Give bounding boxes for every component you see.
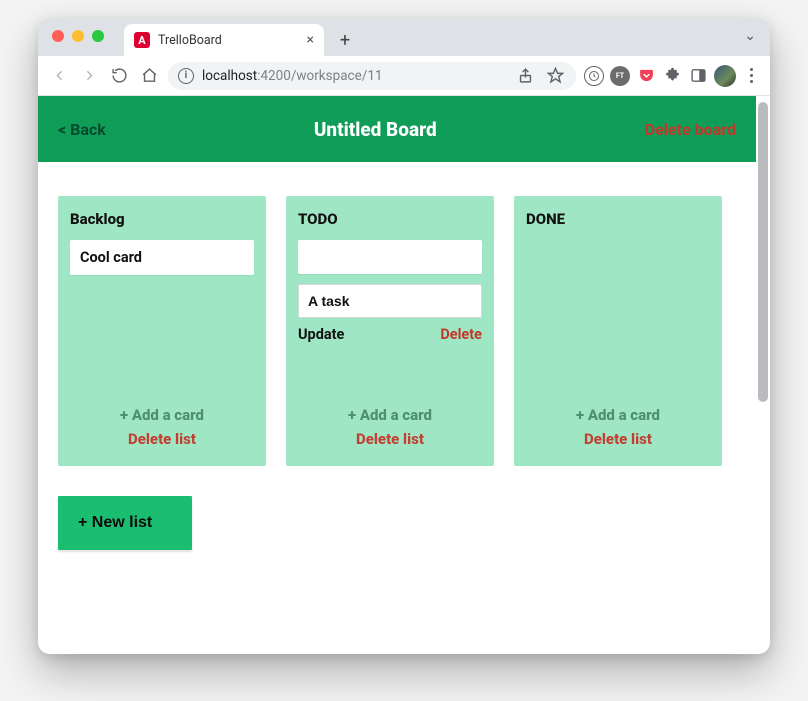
- new-tab-button[interactable]: +: [332, 27, 358, 53]
- window-close-button[interactable]: [52, 30, 64, 42]
- list-title[interactable]: TODO: [298, 210, 482, 228]
- window-titlebar: A TrelloBoard × + ⌄: [38, 18, 770, 56]
- card-edit-input[interactable]: [298, 284, 482, 318]
- card-edit-actions: Update Delete: [298, 326, 482, 343]
- card[interactable]: Cool card: [70, 240, 254, 275]
- url-text: localhost:4200/workspace/11: [202, 68, 383, 84]
- angular-favicon-icon: A: [134, 32, 150, 48]
- list-backlog: Backlog Cool card + Add a card Delete li…: [58, 196, 266, 466]
- browser-tab[interactable]: A TrelloBoard ×: [124, 24, 324, 56]
- traffic-lights: [52, 30, 104, 42]
- back-link[interactable]: < Back: [58, 120, 106, 139]
- browser-menu-button[interactable]: [742, 68, 760, 83]
- delete-board-button[interactable]: Delete board: [645, 120, 736, 139]
- nav-forward-button[interactable]: [78, 65, 100, 87]
- list-todo: TODO Update Delete + Add a card Delete l…: [286, 196, 494, 466]
- extension-pocket-icon[interactable]: [636, 66, 656, 86]
- new-list-button[interactable]: + New list: [58, 496, 192, 550]
- tab-title: TrelloBoard: [158, 33, 222, 48]
- extension-icons: FT: [584, 65, 760, 87]
- card-delete-button[interactable]: Delete: [440, 326, 482, 343]
- share-icon[interactable]: [514, 65, 536, 87]
- extension-clock-icon[interactable]: [584, 66, 604, 86]
- board-title: Untitled Board: [106, 118, 645, 141]
- tab-close-button[interactable]: ×: [307, 33, 314, 47]
- list-title[interactable]: DONE: [526, 210, 710, 228]
- app-root: < Back Untitled Board Delete board Backl…: [38, 96, 756, 654]
- list-title[interactable]: Backlog: [70, 210, 254, 228]
- address-bar[interactable]: i localhost:4200/workspace/11: [168, 62, 576, 90]
- delete-list-button[interactable]: Delete list: [526, 430, 710, 448]
- bookmark-star-icon[interactable]: [544, 65, 566, 87]
- window-zoom-button[interactable]: [92, 30, 104, 42]
- browser-toolbar: i localhost:4200/workspace/11 FT: [38, 56, 770, 96]
- window-dropdown-button[interactable]: ⌄: [744, 28, 756, 44]
- url-host: localhost: [202, 68, 257, 84]
- reload-button[interactable]: [108, 65, 130, 87]
- board-header: < Back Untitled Board Delete board: [38, 96, 756, 162]
- delete-list-button[interactable]: Delete list: [70, 430, 254, 448]
- new-list-row: + New list: [58, 496, 736, 550]
- list-footer: + Add a card Delete list: [70, 368, 254, 448]
- card-update-button[interactable]: Update: [298, 326, 344, 343]
- card-blank[interactable]: [298, 240, 482, 274]
- lists-row: Backlog Cool card + Add a card Delete li…: [58, 196, 736, 466]
- add-card-button[interactable]: + Add a card: [70, 406, 254, 424]
- extensions-menu-icon[interactable]: [662, 66, 682, 86]
- vertical-scrollbar[interactable]: [758, 102, 768, 648]
- board-area: Backlog Cool card + Add a card Delete li…: [38, 162, 756, 576]
- url-path: :4200/workspace/11: [257, 68, 382, 84]
- site-info-icon[interactable]: i: [178, 68, 194, 84]
- add-card-button[interactable]: + Add a card: [526, 406, 710, 424]
- extension-badge-icon[interactable]: FT: [610, 66, 630, 86]
- window-minimize-button[interactable]: [72, 30, 84, 42]
- scrollbar-thumb[interactable]: [758, 102, 768, 402]
- home-button[interactable]: [138, 65, 160, 87]
- nav-back-button[interactable]: [48, 65, 70, 87]
- browser-window: A TrelloBoard × + ⌄ i localhost:4200/wor…: [38, 18, 770, 654]
- page-viewport: < Back Untitled Board Delete board Backl…: [38, 96, 770, 654]
- delete-list-button[interactable]: Delete list: [298, 430, 482, 448]
- profile-avatar[interactable]: [714, 65, 736, 87]
- list-footer: + Add a card Delete list: [526, 388, 710, 448]
- list-done: DONE + Add a card Delete list: [514, 196, 722, 466]
- add-card-button[interactable]: + Add a card: [298, 406, 482, 424]
- side-panel-icon[interactable]: [688, 66, 708, 86]
- tabstrip: A TrelloBoard × +: [124, 18, 358, 56]
- list-footer: + Add a card Delete list: [298, 368, 482, 448]
